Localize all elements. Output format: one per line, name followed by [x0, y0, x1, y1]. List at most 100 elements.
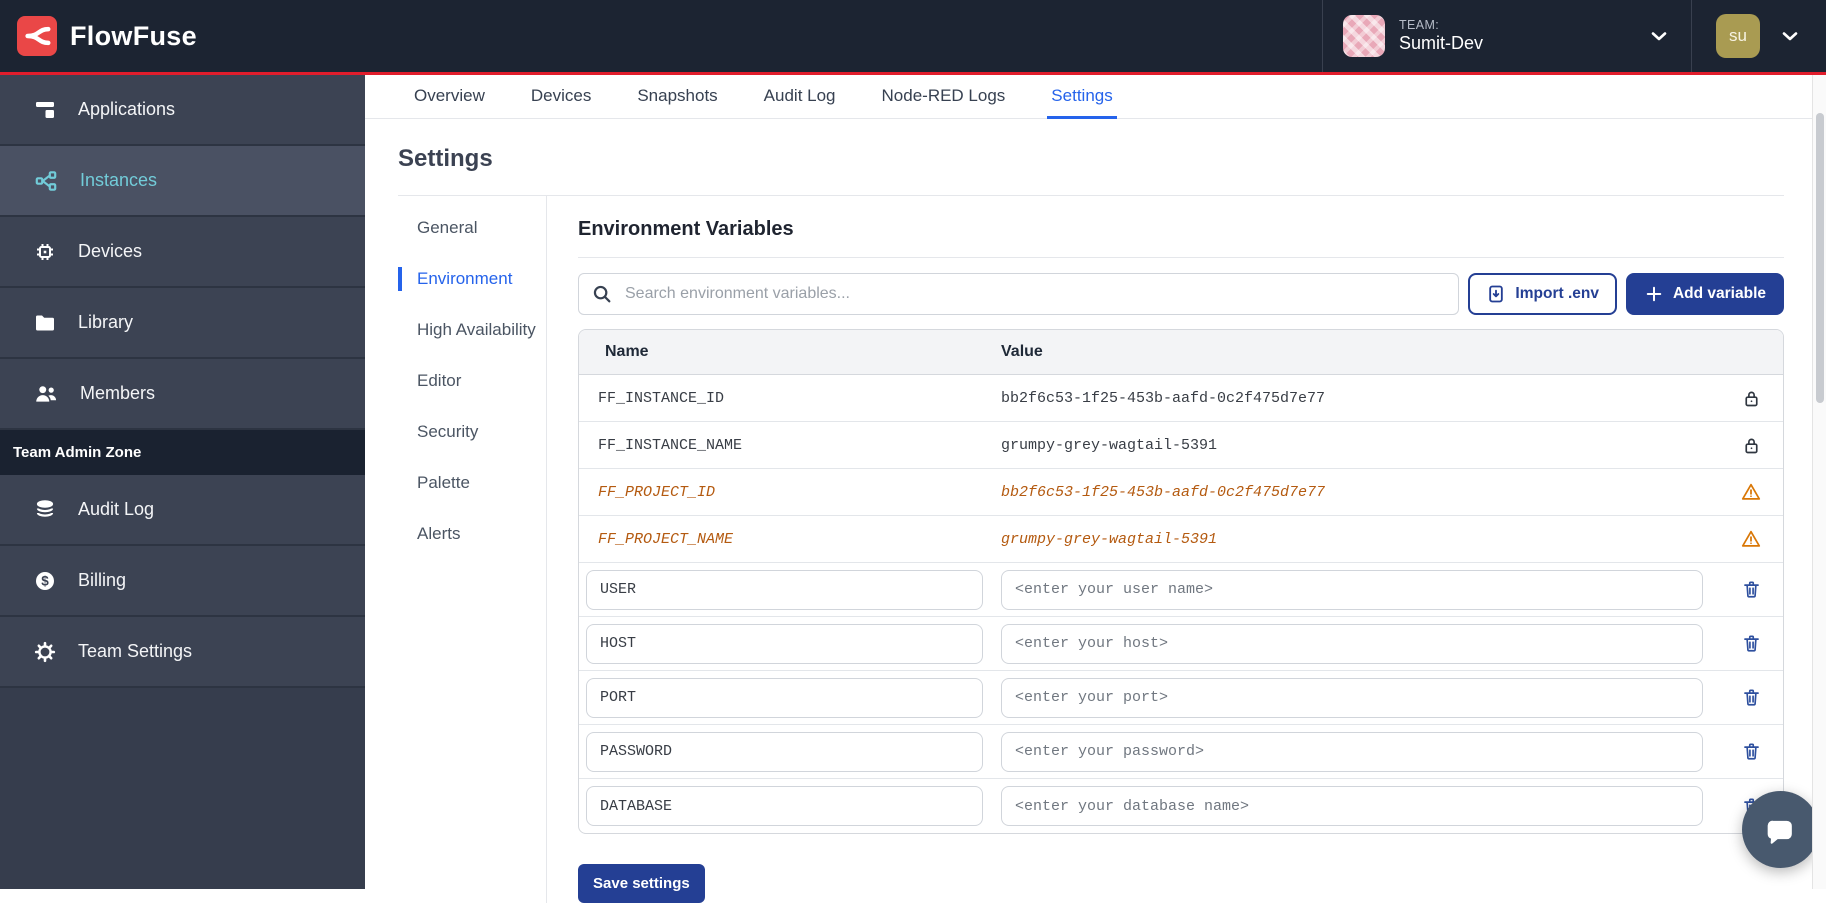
subnav-item-palette[interactable]: Palette — [398, 471, 546, 495]
members-icon — [33, 381, 59, 407]
scrollbar-track[interactable] — [1812, 75, 1826, 889]
add-variable-button[interactable]: Add variable — [1626, 273, 1784, 315]
env-var-value: grumpy-grey-wagtail-5391 — [1001, 531, 1719, 548]
section-divider — [578, 257, 1784, 258]
table-row — [579, 617, 1783, 671]
subnav-item-editor[interactable]: Editor — [398, 369, 546, 393]
table-row — [579, 563, 1783, 617]
warning-icon — [1719, 528, 1783, 550]
table-row — [579, 671, 1783, 725]
svg-text:$: $ — [41, 573, 49, 588]
env-var-name-input[interactable] — [586, 732, 983, 772]
env-var-value-input[interactable] — [1001, 678, 1703, 718]
table-row — [579, 779, 1783, 833]
flowfuse-app: { "header": { "brand": "FlowFuse", "team… — [0, 0, 1826, 889]
header-right: TEAM: Sumit-Dev su — [1322, 0, 1826, 72]
main-content: Overview Devices Snapshots Audit Log Nod… — [365, 75, 1826, 889]
search-input[interactable] — [578, 273, 1459, 315]
brand-name: FlowFuse — [70, 21, 197, 52]
sidebar-item-team-settings[interactable]: Team Settings — [0, 617, 365, 688]
applications-icon — [33, 98, 57, 122]
env-var-name-input[interactable] — [586, 624, 983, 664]
sidebar-item-label: Billing — [78, 570, 126, 591]
env-var-value-input[interactable] — [1001, 570, 1703, 610]
sidebar-item-label: Audit Log — [78, 499, 154, 520]
sidebar-item-instances[interactable]: Instances — [0, 146, 365, 217]
table-row: FF_PROJECT_NAME grumpy-grey-wagtail-5391 — [579, 516, 1783, 563]
sidebar-item-devices[interactable]: Devices — [0, 217, 365, 288]
delete-variable-button[interactable] — [1719, 579, 1783, 600]
env-controls: Import .env Add variable — [578, 273, 1784, 315]
tab-node-red-logs[interactable]: Node-RED Logs — [878, 75, 1010, 119]
team-name: Sumit-Dev — [1399, 33, 1483, 54]
brand[interactable]: FlowFuse — [17, 16, 197, 56]
env-var-name: FF_INSTANCE_ID — [579, 390, 1001, 407]
tab-audit-log[interactable]: Audit Log — [760, 75, 840, 119]
save-settings-button[interactable]: Save settings — [578, 864, 705, 903]
top-header: FlowFuse TEAM: Sumit-Dev su — [0, 0, 1826, 75]
env-variables-table: Name Value FF_INSTANCE_ID bb2f6c53-1f25-… — [578, 329, 1784, 834]
flowfuse-logo-icon — [17, 16, 57, 56]
env-var-name: FF_INSTANCE_NAME — [579, 437, 1001, 454]
subnav-item-high-availability[interactable]: High Availability — [398, 318, 546, 342]
env-var-name-input[interactable] — [586, 786, 983, 826]
search-wrap — [578, 273, 1459, 315]
subnav-item-environment[interactable]: Environment — [398, 267, 546, 291]
env-var-name: FF_PROJECT_ID — [579, 484, 1001, 501]
table-header: Name Value — [579, 330, 1783, 375]
sidebar-item-library[interactable]: Library — [0, 288, 365, 359]
subnav-item-alerts[interactable]: Alerts — [398, 522, 546, 546]
delete-variable-button[interactable] — [1719, 633, 1783, 654]
tab-devices[interactable]: Devices — [527, 75, 595, 119]
delete-variable-button[interactable] — [1719, 687, 1783, 708]
scrollbar-thumb[interactable] — [1816, 113, 1824, 403]
devices-icon — [33, 240, 57, 264]
sidebar-item-label: Members — [80, 383, 155, 404]
team-switcher[interactable]: TEAM: Sumit-Dev — [1322, 0, 1691, 72]
page-title: Settings — [398, 145, 1826, 173]
subnav-item-general[interactable]: General — [398, 216, 546, 240]
env-var-value: bb2f6c53-1f25-453b-aafd-0c2f475d7e77 — [1001, 484, 1719, 501]
column-header-name: Name — [579, 343, 1001, 361]
table-row: FF_PROJECT_ID bb2f6c53-1f25-453b-aafd-0c… — [579, 469, 1783, 516]
lock-icon — [1719, 388, 1783, 409]
team-admin-zone-label: Team Admin Zone — [0, 430, 365, 475]
sidebar-item-audit-log[interactable]: Audit Log — [0, 475, 365, 546]
import-icon — [1486, 284, 1506, 304]
table-row: FF_INSTANCE_NAME grumpy-grey-wagtail-539… — [579, 422, 1783, 469]
chat-widget-button[interactable] — [1742, 791, 1819, 868]
env-var-value-input[interactable] — [1001, 624, 1703, 664]
settings-body: General Environment High Availability Ed… — [365, 196, 1826, 903]
table-row: FF_INSTANCE_ID bb2f6c53-1f25-453b-aafd-0… — [579, 375, 1783, 422]
tab-settings[interactable]: Settings — [1047, 75, 1116, 119]
env-var-name: FF_PROJECT_NAME — [579, 531, 1001, 548]
env-var-value-input[interactable] — [1001, 786, 1703, 826]
team-settings-icon — [33, 640, 57, 664]
delete-variable-button[interactable] — [1719, 741, 1783, 762]
sidebar-item-label: Team Settings — [78, 641, 192, 662]
instance-tabbar: Overview Devices Snapshots Audit Log Nod… — [365, 75, 1826, 119]
sidebar-item-label: Devices — [78, 241, 142, 262]
import-env-button[interactable]: Import .env — [1468, 273, 1617, 315]
user-avatar: su — [1716, 14, 1760, 58]
user-menu[interactable]: su — [1691, 0, 1826, 72]
sidebar-item-members[interactable]: Members — [0, 359, 365, 430]
instances-icon — [33, 168, 59, 194]
team-label: TEAM: — [1399, 18, 1483, 32]
table-row — [579, 725, 1783, 779]
chevron-down-icon — [1647, 24, 1671, 48]
subnav-item-security[interactable]: Security — [398, 420, 546, 444]
library-icon — [33, 311, 57, 335]
sidebar-item-billing[interactable]: $ Billing — [0, 546, 365, 617]
env-var-name-input[interactable] — [586, 678, 983, 718]
search-icon — [591, 283, 613, 305]
env-var-value-input[interactable] — [1001, 732, 1703, 772]
sidebar-item-applications[interactable]: Applications — [0, 75, 365, 146]
tab-snapshots[interactable]: Snapshots — [633, 75, 721, 119]
chevron-down-icon — [1778, 24, 1802, 48]
sidebar-item-label: Library — [78, 312, 133, 333]
tab-overview[interactable]: Overview — [410, 75, 489, 119]
env-var-name-input[interactable] — [586, 570, 983, 610]
team-text: TEAM: Sumit-Dev — [1399, 18, 1483, 53]
plus-icon — [1644, 284, 1664, 304]
